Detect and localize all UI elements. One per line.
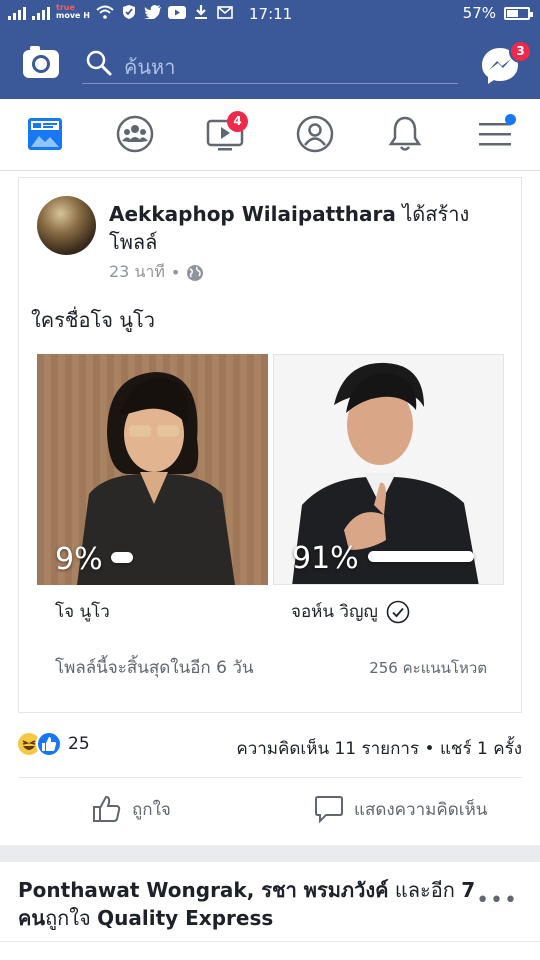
comments-shares-count[interactable]: ความคิดเห็น 11 รายการ • แชร์ 1 ครั้ง (236, 735, 522, 762)
battery-icon (504, 6, 533, 20)
option-label-text: โจ นูโว (55, 602, 110, 622)
top-bar: ค้นหา 3 (0, 28, 540, 99)
search-icon (86, 50, 112, 76)
menu-notification-dot (505, 114, 516, 125)
search-input[interactable]: ค้นหา (82, 42, 458, 84)
shield-icon (120, 4, 138, 20)
post-card: Aekkaphop Wilaipatthara ได้สร้างโพลล์ 23… (0, 171, 540, 845)
messenger-badge: 3 (509, 40, 532, 63)
like-label: ถูกใจ (132, 799, 171, 820)
liker-names[interactable]: Ponthawat Wongrak, รชา พรมภวังค์ (18, 878, 388, 902)
tab-news-feed[interactable] (25, 114, 65, 154)
divider (0, 941, 540, 942)
profile-icon (296, 115, 334, 153)
mail-icon (216, 4, 234, 20)
comment-button[interactable]: แสดงความคิดเห็น (314, 795, 487, 823)
poll-option-1-label[interactable]: โจ นูโว (55, 598, 110, 625)
option-label-text: จอห์น วิญญู (291, 602, 378, 622)
next-post-header: Ponthawat Wongrak, รชา พรมภวังค์ และอีก … (0, 862, 540, 960)
tab-profile[interactable] (295, 114, 335, 154)
post-header: Aekkaphop Wilaipatthara ได้สร้างโพลล์ (109, 200, 509, 256)
poll-end-text: โพลล์นี้จะสิ้นสุดในอีก 6 วัน (55, 658, 254, 678)
youtube-icon (167, 4, 186, 20)
bell-icon (388, 116, 422, 151)
battery-level (507, 9, 518, 17)
author-name[interactable]: Aekkaphop Wilaipatthara (109, 202, 396, 226)
newsfeed-icon (28, 118, 62, 150)
divider (18, 777, 522, 778)
poll-option-2-label[interactable]: จอห์น วิญญู (291, 598, 410, 625)
messenger-button[interactable]: 3 (480, 40, 532, 86)
comment-label: แสดงความคิดเห็น (354, 799, 488, 820)
tab-menu[interactable] (475, 114, 516, 154)
poll-option-1-image[interactable]: 9% (37, 354, 268, 585)
like-reaction-icon (36, 731, 62, 757)
next-post-activity: Ponthawat Wongrak, รชา พรมภวังค์ และอีก … (18, 876, 478, 932)
search-placeholder: ค้นหา (124, 55, 176, 79)
poll-option-2-image[interactable]: 91% (273, 354, 504, 585)
download-icon (192, 4, 210, 20)
status-bar: true move H 17:11 57% (0, 0, 540, 28)
page-name[interactable]: Quality Express (97, 906, 273, 930)
poll-option-1-percent: 9% (55, 542, 103, 577)
watch-badge: 4 (227, 111, 248, 132)
separator-dot: • (170, 263, 181, 282)
poll-option-2-percent: 91% (292, 541, 359, 576)
post-time[interactable]: 23 นาที (109, 260, 165, 285)
clock: 17:11 (249, 5, 293, 23)
nav-tabs: 4 (0, 99, 540, 171)
post-meta: 23 นาที • (109, 260, 204, 285)
check-circle-icon (386, 600, 410, 623)
thumbs-up-icon (93, 795, 121, 822)
like-button[interactable]: ถูกใจ (92, 795, 171, 823)
avatar[interactable] (37, 196, 96, 255)
battery-percent: 57% (462, 4, 496, 22)
reaction-count: 25 (68, 734, 90, 754)
camera-icon[interactable] (22, 44, 60, 80)
tab-notifications[interactable] (385, 114, 425, 154)
groups-icon (116, 115, 154, 153)
carrier-label: true move H (56, 3, 90, 20)
signal-icon (32, 4, 50, 20)
poll-option-1-bar (111, 552, 133, 563)
globe-icon (187, 264, 204, 281)
more-options-icon[interactable]: ••• (476, 888, 518, 913)
reactions-summary[interactable]: 25 (16, 731, 90, 757)
tab-groups[interactable] (115, 114, 155, 154)
poll-question: ใครชื่อโจ นูโว (31, 308, 155, 332)
twitter-icon (143, 4, 162, 20)
vote-count[interactable]: 256 คะแนนโหวต (369, 656, 487, 680)
comment-icon (315, 796, 343, 823)
poll-card: Aekkaphop Wilaipatthara ได้สร้างโพลล์ 23… (18, 177, 522, 713)
joiner-text: และอีก (388, 878, 462, 902)
signal-icon (8, 4, 26, 20)
tab-watch[interactable]: 4 (205, 111, 248, 154)
poll-option-2-bar (368, 551, 474, 562)
liked-text: ถูกใจ (45, 906, 91, 930)
wifi-icon (96, 4, 114, 20)
